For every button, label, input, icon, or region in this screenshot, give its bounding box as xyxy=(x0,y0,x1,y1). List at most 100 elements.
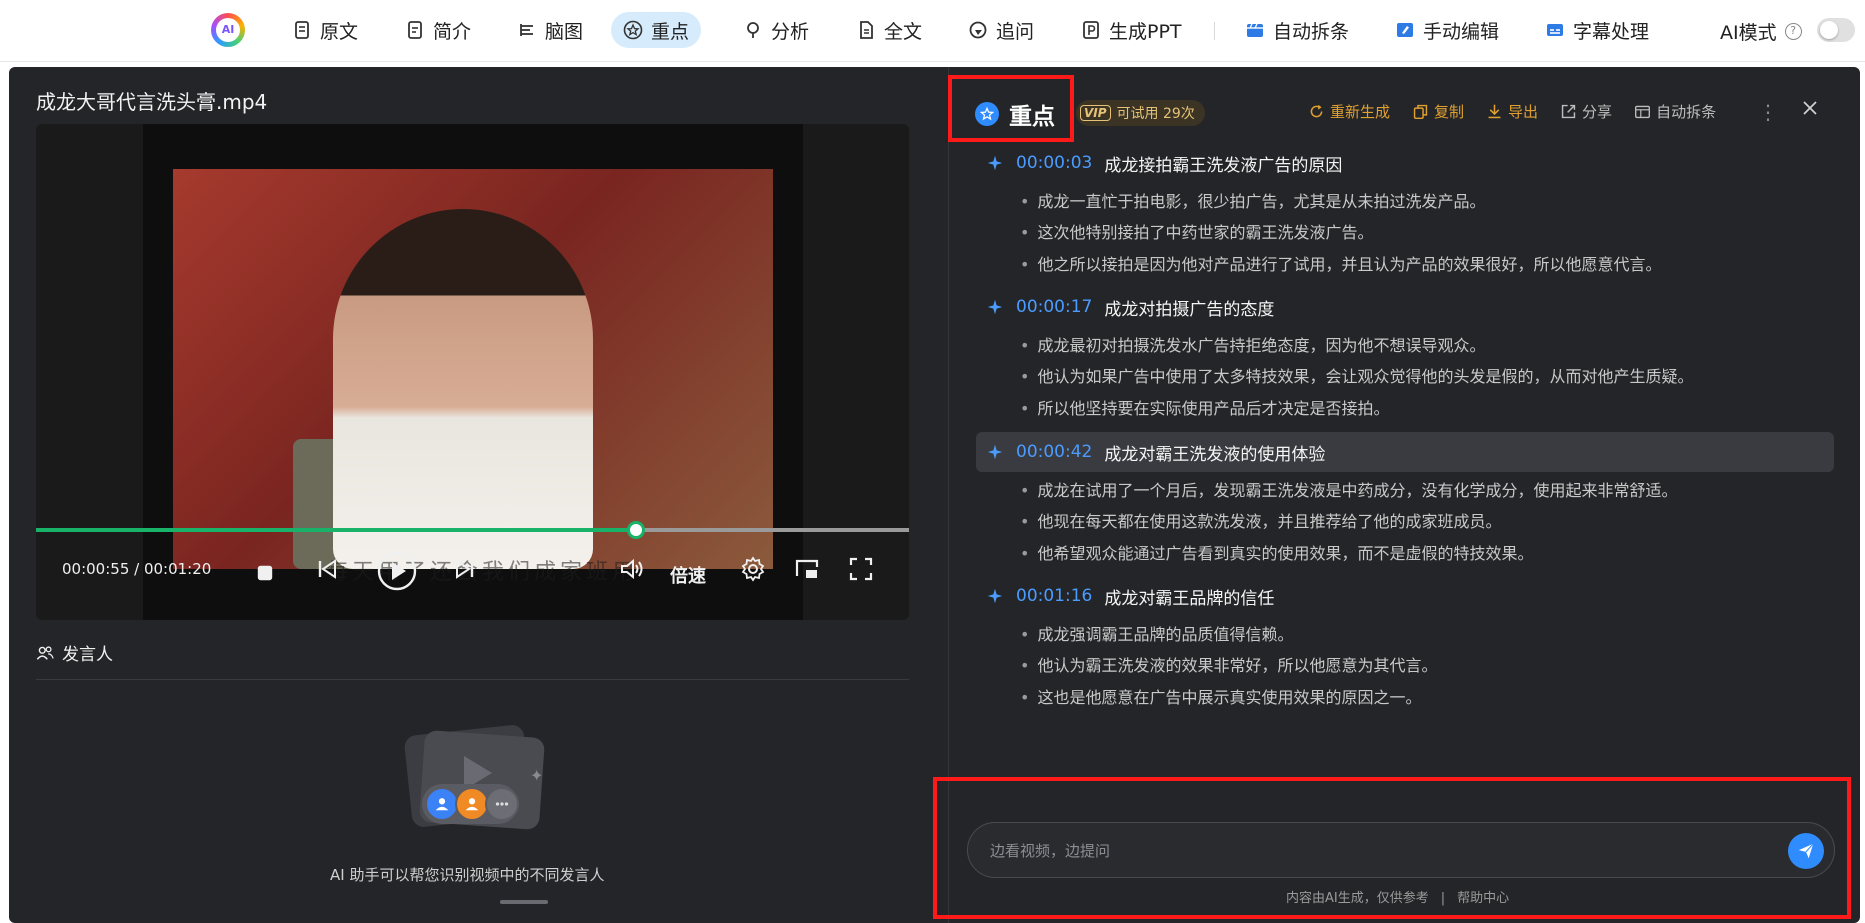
nav-divider xyxy=(1214,22,1215,40)
close-icon[interactable] xyxy=(1800,98,1820,122)
send-button[interactable] xyxy=(1788,833,1824,869)
video-scene-image xyxy=(173,169,773,569)
vip-icon: VIP xyxy=(1080,105,1111,121)
share-button[interactable]: 分享 xyxy=(1560,101,1612,122)
highlight-section: 00:01:16 成龙对霸王品牌的信任 成龙强调霸王品牌的品质值得信赖。 他认为… xyxy=(976,576,1834,716)
auto-clip-button[interactable]: 自动拆条 xyxy=(1634,101,1716,122)
tab-ppt[interactable]: 生成PPT xyxy=(1069,12,1194,48)
refresh-icon xyxy=(1310,104,1323,118)
timestamp-link[interactable]: 00:00:17 xyxy=(1016,297,1092,317)
video-frame[interactable] xyxy=(143,124,803,620)
tab-summary[interactable]: 简介 xyxy=(393,12,483,48)
divider xyxy=(36,679,909,680)
highlight-section: 00:00:17 成龙对拍摄广告的态度 成龙最初对拍摄洗发水广告持拒绝态度，因为… xyxy=(976,287,1834,427)
settings-gear-icon[interactable] xyxy=(740,556,766,587)
bullet-point: 他希望观众能通过广告看到真实的使用效果，而不是虚假的特技效果。 xyxy=(1020,540,1533,564)
chat-icon xyxy=(969,21,987,39)
pane-divider xyxy=(948,67,949,923)
tab-autoclip[interactable]: 自动拆条 xyxy=(1233,12,1361,48)
scroll-indicator[interactable] xyxy=(500,900,548,904)
document-icon xyxy=(295,21,309,39)
play-icon[interactable] xyxy=(377,551,417,596)
section-header[interactable]: 00:00:42 成龙对霸王洗发液的使用体验 xyxy=(986,432,1325,472)
tab-analysis[interactable]: 分析 xyxy=(731,12,821,48)
help-question-icon[interactable]: ? xyxy=(1784,23,1802,40)
tab-manual-edit[interactable]: 手动编辑 xyxy=(1383,12,1511,48)
copy-icon xyxy=(1413,104,1428,120)
next-icon[interactable] xyxy=(452,556,478,587)
time-display: 00:00:55 / 00:01:20 xyxy=(62,560,212,578)
timestamp-link[interactable]: 00:01:16 xyxy=(1016,586,1092,606)
section-header[interactable]: 00:01:16 成龙对霸王品牌的信任 xyxy=(986,576,1274,616)
question-input-placeholder: 边看视频，边提问 xyxy=(990,842,1111,860)
tab-followup[interactable]: 追问 xyxy=(956,12,1046,48)
avatar xyxy=(425,787,459,821)
tab-mindmap[interactable]: 脑图 xyxy=(505,12,595,48)
avatar xyxy=(455,787,489,821)
section-heading: 成龙接拍霸王洗发液广告的原因 xyxy=(1104,155,1343,176)
more-icon xyxy=(485,787,519,821)
share-icon xyxy=(1561,104,1576,119)
download-icon xyxy=(1488,104,1501,119)
subtitle-icon xyxy=(1547,24,1563,36)
ai-logo: AI xyxy=(211,13,245,47)
section-heading: 成龙对拍摄广告的态度 xyxy=(1104,299,1275,320)
ai-disclaimer: 内容由AI生成，仅供参考 | 帮助中心 xyxy=(1286,891,1510,906)
section-heading: 成龙对霸王品牌的信任 xyxy=(1104,588,1275,609)
regenerate-button[interactable]: 重新生成 xyxy=(1308,101,1390,122)
speaker-empty-text: AI 助手可以帮您识别视频中的不同发言人 xyxy=(330,866,605,884)
more-options-icon[interactable]: ⋮ xyxy=(1758,100,1778,124)
tab-original[interactable]: 原文 xyxy=(280,12,370,48)
sparkle-icon xyxy=(987,299,1003,315)
panel-title: 重点 xyxy=(975,97,1055,131)
fulltext-icon xyxy=(860,21,873,39)
picture-in-picture-icon[interactable] xyxy=(794,556,820,587)
sparkle-icon: ✦ xyxy=(530,766,544,785)
bullet-point: 他之所以接拍是因为他对产品进行了试用，并且认为产品的效果很好，所以他愿意代言。 xyxy=(1020,251,1661,275)
summary-icon xyxy=(408,21,422,39)
fullscreen-icon[interactable] xyxy=(848,556,874,587)
bullet-point: 他认为霸王洗发液的效果非常好，所以他愿意为其代言。 xyxy=(1020,652,1437,676)
tab-subtitle[interactable]: 字幕处理 xyxy=(1533,12,1661,48)
help-center-link[interactable]: 帮助中心 xyxy=(1457,891,1509,906)
bullet-point: 这次他特别接拍了中药世家的霸王洗发液广告。 xyxy=(1020,219,1373,243)
burned-subtitle: 每天用了还会我们成家班用 xyxy=(326,560,639,585)
ai-mode-toggle[interactable] xyxy=(1817,18,1855,42)
export-button[interactable]: 导出 xyxy=(1486,101,1538,122)
highlight-section: 00:00:03 成龙接拍霸王洗发液广告的原因 成龙一直忙于拍电影，很少拍广告，… xyxy=(976,143,1834,283)
bullet-point: 他认为如果广告中使用了太多特技效果，会让观众觉得他的头发是假的，从而对他产生质疑… xyxy=(1020,363,1693,387)
tab-fulltext[interactable]: 全文 xyxy=(844,12,934,48)
speaker-section-header: 发言人 xyxy=(36,640,113,665)
stop-icon[interactable] xyxy=(256,564,274,587)
ai-mode-label: AI模式 ? xyxy=(1720,18,1802,45)
sparkle-icon xyxy=(987,155,1003,171)
section-heading: 成龙对霸王洗发液的使用体验 xyxy=(1104,444,1326,465)
speed-button[interactable]: 倍速 xyxy=(670,562,706,588)
bullet-point: 这也是他愿意在广告中展示真实使用效果的原因之一。 xyxy=(1020,684,1421,708)
copy-button[interactable]: 复制 xyxy=(1412,101,1464,122)
vip-trial-badge: VIP 可试用 29次 xyxy=(1076,100,1205,126)
clip-icon xyxy=(1635,105,1651,119)
sparkle-icon xyxy=(987,444,1003,460)
volume-icon[interactable] xyxy=(619,556,645,587)
timestamp-link[interactable]: 00:00:03 xyxy=(1016,153,1092,173)
edit-icon xyxy=(1397,23,1413,37)
star-icon xyxy=(975,102,999,126)
bullet-point: 成龙一直忙于拍电影，很少拍广告，尤其是从未拍过洗发产品。 xyxy=(1020,188,1485,212)
progress-bar[interactable] xyxy=(36,521,909,539)
users-icon xyxy=(36,645,54,660)
top-toolbar: AI 原文 简介 脑图 重点 分析 全文 追问 生成PPT 自动拆条 手动编辑 xyxy=(0,0,1865,62)
tab-highlights[interactable]: 重点 xyxy=(611,12,702,48)
bullet-point: 所以他坚持要在实际使用产品后才决定是否接拍。 xyxy=(1020,395,1389,419)
section-header[interactable]: 00:00:17 成龙对拍摄广告的态度 xyxy=(986,287,1274,327)
bullet-point: 成龙在试用了一个月后，发现霸王洗发液是中药成分，没有化学成分，使用起来非常舒适。 xyxy=(1020,477,1677,501)
previous-icon[interactable] xyxy=(314,556,340,587)
question-input[interactable]: 边看视频，边提问 xyxy=(967,822,1835,878)
video-player[interactable]: 每天用了还会我们成家班用 00:00:55 / 00:01:20 倍速 xyxy=(36,124,909,620)
ppt-icon xyxy=(1083,21,1099,39)
panel-actions: 重新生成 复制 导出 分享 自动拆条 xyxy=(1308,101,1716,122)
clip-icon xyxy=(1247,23,1263,37)
bullet-point: 成龙最初对拍摄洗发水广告持拒绝态度，因为他不想误导观众。 xyxy=(1020,332,1485,356)
section-header[interactable]: 00:00:03 成龙接拍霸王洗发液广告的原因 xyxy=(986,143,1342,183)
timestamp-link[interactable]: 00:00:42 xyxy=(1016,442,1092,462)
